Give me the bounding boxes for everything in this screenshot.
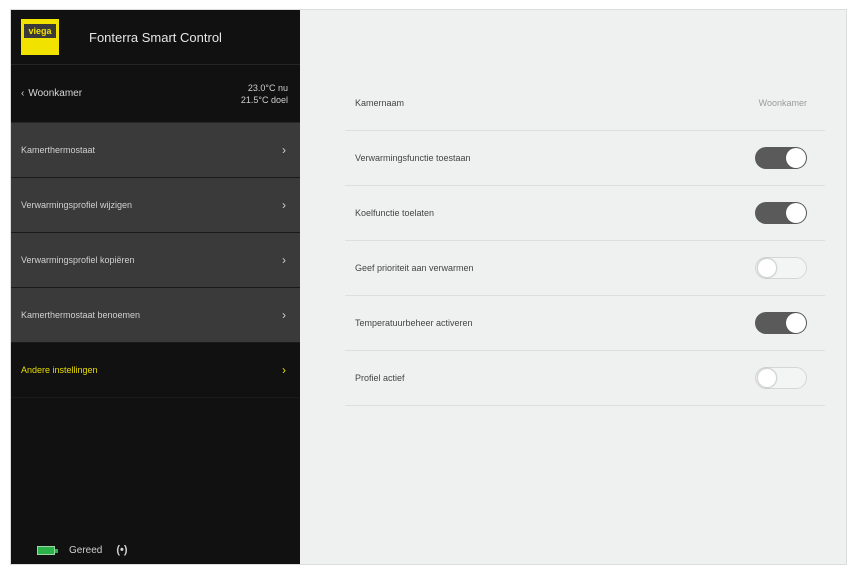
toggle-knob xyxy=(786,148,806,168)
target-temp: 21.5°C doel xyxy=(240,94,288,105)
setting-label: Koelfunctie toelaten xyxy=(355,208,435,218)
setting-row-priority: Geef prioriteit aan verwarmen xyxy=(345,241,825,296)
viega-logo: viega xyxy=(21,19,59,55)
room-name-value: Woonkamer xyxy=(758,98,807,108)
sidebar-item-benoemen[interactable]: Kamerthermostaat benoemen › xyxy=(11,288,300,343)
chevron-right-icon: › xyxy=(282,198,286,212)
setting-row-temperature: Temperatuurbeheer activeren xyxy=(345,296,825,351)
sidebar-item-profiel-wijzigen[interactable]: Verwarmingsprofiel wijzigen › xyxy=(11,178,300,233)
chevron-right-icon: › xyxy=(282,308,286,322)
chevron-right-icon: › xyxy=(282,253,286,267)
sidebar-header: viega Fonterra Smart Control xyxy=(11,10,300,65)
room-temperatures: 23.0°C nu 21.5°C doel xyxy=(241,82,288,106)
room-name-label: Kamernaam xyxy=(355,98,405,108)
app-title: Fonterra Smart Control xyxy=(89,29,222,45)
sidebar-item-label: Andere instellingen xyxy=(21,365,98,375)
setting-row-heating: Verwarmingsfunctie toestaan xyxy=(345,131,825,186)
current-temp: 23.0°C nu xyxy=(247,82,288,93)
battery-icon xyxy=(37,545,58,555)
profile-toggle[interactable] xyxy=(755,367,807,389)
setting-label: Profiel actief xyxy=(355,373,405,383)
sidebar-item-label: Verwarmingsprofiel kopiëren xyxy=(21,255,135,265)
sidebar-item-label: Kamerthermostaat xyxy=(21,145,96,155)
chevron-right-icon: › xyxy=(282,143,286,157)
priority-toggle[interactable] xyxy=(755,257,807,279)
setting-label: Temperatuurbeheer activeren xyxy=(355,318,473,328)
sidebar: viega Fonterra Smart Control ‹ Woonkamer… xyxy=(11,10,300,564)
setting-label: Geef prioriteit aan verwarmen xyxy=(355,263,474,273)
cooling-toggle[interactable] xyxy=(755,202,807,224)
sidebar-item-profiel-kopieren[interactable]: Verwarmingsprofiel kopiëren › xyxy=(11,233,300,288)
setting-row-cooling: Koelfunctie toelaten xyxy=(345,186,825,241)
room-label: Woonkamer xyxy=(28,88,83,99)
chevron-left-icon: ‹ xyxy=(21,88,25,99)
sidebar-item-kamerthermostaat[interactable]: Kamerthermostaat › xyxy=(11,123,300,178)
logo-text: viega xyxy=(24,24,56,38)
signal-icon: (•) xyxy=(116,544,128,556)
toggle-knob xyxy=(757,258,777,278)
setting-label: Verwarmingsfunctie toestaan xyxy=(355,153,471,163)
toggle-knob xyxy=(757,368,777,388)
back-to-room[interactable]: ‹ Woonkamer 23.0°C nu 21.5°C doel xyxy=(11,65,300,123)
settings-list: Kamernaam Woonkamer Verwarmingsfunctie t… xyxy=(345,76,825,406)
status-bar: Gereed (•) xyxy=(11,536,300,564)
room-name-row[interactable]: Kamernaam Woonkamer xyxy=(345,76,825,131)
toggle-knob xyxy=(786,313,806,333)
back-group: ‹ Woonkamer xyxy=(21,88,82,99)
chevron-right-icon: › xyxy=(282,363,286,377)
sidebar-item-label: Verwarmingsprofiel wijzigen xyxy=(21,200,133,210)
status-label: Gereed xyxy=(69,544,103,556)
sidebar-item-label: Kamerthermostaat benoemen xyxy=(21,310,141,320)
temperature-toggle[interactable] xyxy=(755,312,807,334)
toggle-knob xyxy=(786,203,806,223)
app-window: viega Fonterra Smart Control ‹ Woonkamer… xyxy=(10,9,847,565)
settings-panel: Kamernaam Woonkamer Verwarmingsfunctie t… xyxy=(300,10,846,564)
heating-toggle[interactable] xyxy=(755,147,807,169)
setting-row-profile: Profiel actief xyxy=(345,351,825,406)
sidebar-item-andere-instellingen[interactable]: Andere instellingen › xyxy=(11,343,300,398)
